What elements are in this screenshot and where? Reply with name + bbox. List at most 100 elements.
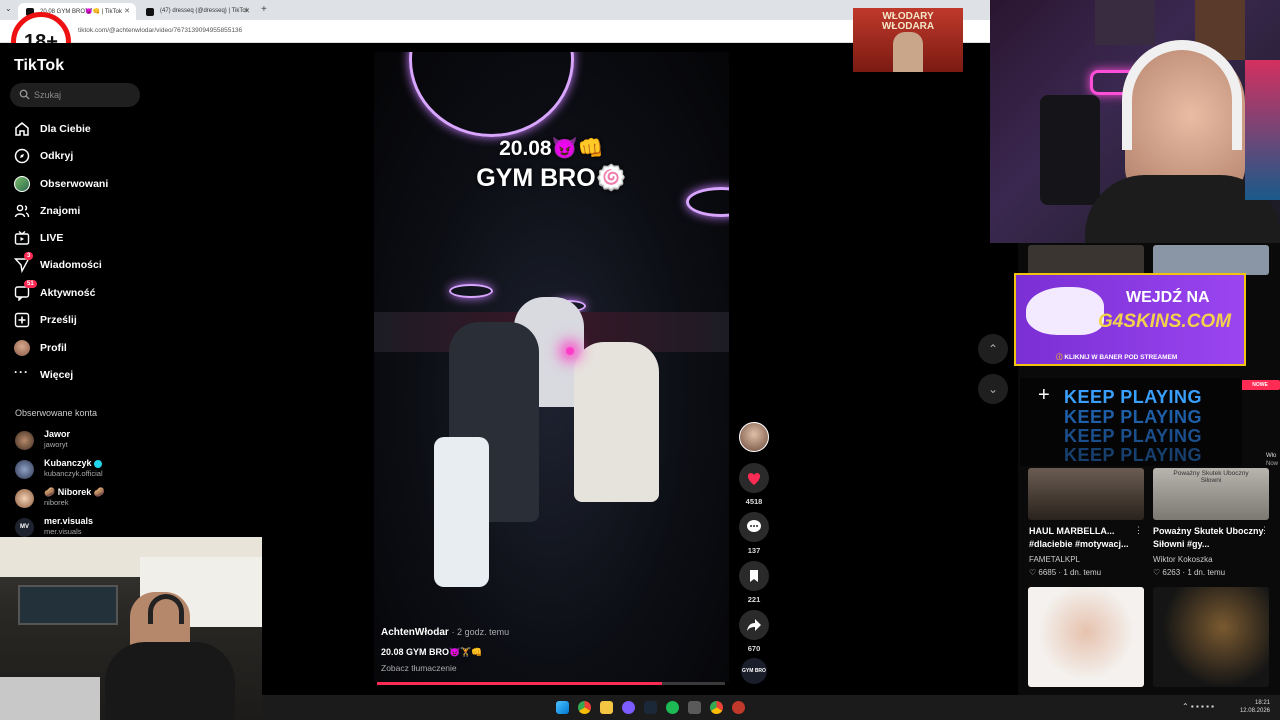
comment-icon: [747, 520, 761, 532]
notification-sub: Now: [1266, 461, 1279, 467]
wall-poster: [1095, 0, 1155, 45]
share-arrow-icon: [747, 619, 761, 631]
tray-icons[interactable]: ⌃ ▪ ▪ ▪ ▪ ▪: [1182, 702, 1214, 711]
followed-accounts-heading: Obserwowane konta: [15, 408, 98, 418]
friends-icon: [14, 204, 30, 218]
video-player[interactable]: 20.08😈👊 GYM BRO🍥: [374, 52, 729, 682]
video-progress-bar[interactable]: [377, 682, 725, 685]
app-icon[interactable]: [732, 701, 745, 714]
promo-note: ⓘ KLIKNIJ W BANER POD STREAMEM: [1056, 354, 1178, 361]
tab-list-chevron-icon[interactable]: ⌄: [5, 4, 12, 13]
like-button[interactable]: [739, 463, 769, 493]
nav-dla-ciebie[interactable]: Dla Ciebie: [14, 120, 146, 138]
pink-light: [566, 347, 574, 355]
nav-odkryj[interactable]: Odkryj: [14, 147, 146, 165]
verified-badge-icon: [94, 459, 103, 468]
recommended-thumb[interactable]: [1028, 468, 1144, 520]
recommended-thumb[interactable]: [1153, 245, 1269, 275]
banner-line2: WŁODARA: [881, 21, 935, 32]
nav-aktywnosc[interactable]: 51 Aktywność: [14, 280, 146, 302]
comment-count: 137: [747, 546, 761, 555]
nav-znajomi[interactable]: Znajomi: [14, 202, 146, 220]
taskbar-clock[interactable]: 18:21 12.08.2026: [1240, 699, 1270, 715]
share-button[interactable]: [739, 610, 769, 640]
keep-playing-text: KEEP PLAYING: [1064, 445, 1203, 465]
nav-wiadomosci[interactable]: 3 Wiadomości: [14, 252, 146, 274]
account-name: Kubanczyk: [44, 458, 103, 468]
tiktok-logo[interactable]: TikTok: [14, 57, 64, 75]
neon-ring-light: [449, 284, 493, 298]
browser-tab-bar: ⌄ 20.08 GYM BRO😈👊 | TikTok ✕ (47) dresse…: [0, 0, 990, 20]
nav-wiecej[interactable]: ··· Więcej: [14, 366, 146, 384]
g4skins-promo-banner[interactable]: WEJDŹ NA G4SKINS.COM ⓘ KLIKNIJ W BANER P…: [1014, 273, 1246, 366]
aquarium: [18, 585, 118, 625]
followed-account[interactable]: Jawor jaworyt: [15, 429, 145, 453]
search-placeholder: Szukaj: [34, 90, 62, 100]
steam-icon[interactable]: [644, 701, 657, 714]
promo-line2: G4SKINS.COM: [1098, 311, 1232, 332]
account-avatar: MV: [15, 518, 34, 537]
followed-account[interactable]: 🥔 Niborek 🥔 niborek: [15, 487, 145, 511]
sound-disc-button[interactable]: GYM BRO: [741, 658, 767, 684]
video-progress-fill: [377, 682, 663, 685]
nav-obserwowani[interactable]: Obserwowani: [14, 175, 146, 193]
video-author[interactable]: AchtenWłodar · 2 godz. temu: [381, 627, 509, 638]
recommended-thumb[interactable]: [1028, 245, 1144, 275]
streamer-banner-image: WŁODARY WŁODARA: [853, 8, 963, 72]
new-tab-plus-icon[interactable]: +: [261, 4, 267, 15]
address-bar[interactable]: tiktok.com/@achtenwlodar/video/767313909…: [0, 20, 990, 43]
keep-playing-text: KEEP PLAYING: [1064, 407, 1203, 427]
followed-account[interactable]: Kubanczyk kubanczyk.official: [15, 458, 145, 482]
translate-link[interactable]: Zobacz tłumaczenie: [381, 663, 457, 673]
compass-icon: [14, 148, 30, 164]
streamer-webcam-left: [0, 537, 262, 720]
keep-playing-text: KEEP PLAYING: [1064, 387, 1203, 407]
headphones: [148, 594, 184, 624]
app-icon[interactable]: [622, 701, 635, 714]
gaming-chair: [1040, 95, 1100, 205]
more-dots-icon: ···: [14, 365, 29, 379]
author-avatar-button[interactable]: [739, 422, 769, 452]
nav-profil[interactable]: Profil: [14, 339, 146, 357]
home-icon: [15, 122, 29, 136]
nav-przeslij[interactable]: Prześlij: [14, 311, 146, 329]
windows-start-icon[interactable]: [556, 701, 569, 714]
recommended-title[interactable]: HAUL MARBELLA... #dlaciebie #motywacj...: [1029, 525, 1145, 551]
recommended-author[interactable]: Wiktor Kokoszka: [1153, 555, 1213, 564]
chrome-icon[interactable]: [578, 701, 591, 714]
thumb-overlay-text: Poważny Skutek Uboczny Siłowni: [1173, 470, 1249, 484]
save-count: 221: [747, 595, 761, 604]
app-icon[interactable]: [688, 701, 701, 714]
upload-icon: [14, 312, 30, 328]
close-tab-icon[interactable]: ✕: [124, 7, 130, 15]
following-avatar-icon: [14, 176, 30, 192]
recommended-author[interactable]: FAMETALKPL: [1029, 555, 1080, 564]
recommended-thumb[interactable]: Poważny Skutek Uboczny Siłowni: [1153, 468, 1269, 520]
url-text[interactable]: tiktok.com/@achtenwlodar/video/767313909…: [78, 27, 242, 34]
next-video-button[interactable]: ⌄: [978, 374, 1008, 404]
search-icon: [19, 89, 30, 100]
save-button[interactable]: [739, 561, 769, 591]
previous-video-button[interactable]: ⌃: [978, 334, 1008, 364]
tiktok-favicon-icon: [146, 8, 154, 16]
chrome-icon[interactable]: [710, 701, 723, 714]
close-tab-icon[interactable]: ✕: [244, 7, 250, 15]
more-options-icon[interactable]: ⋮: [1260, 525, 1269, 536]
plus-cross-icon: +: [1038, 384, 1050, 406]
notification-name: Wło: [1266, 453, 1277, 459]
person-right: [574, 342, 659, 502]
keep-playing-overlay: + KEEP PLAYING KEEP PLAYING KEEP PLAYING…: [1020, 378, 1242, 466]
search-input[interactable]: Szukaj: [10, 83, 140, 107]
video-caption: 20.08 GYM BRO😈🏋👊: [381, 647, 483, 657]
spotify-icon[interactable]: [666, 701, 679, 714]
browser-tab[interactable]: (47) dresseq (@dresseq) | TikTok ✕: [138, 3, 256, 20]
nav-live[interactable]: LIVE: [14, 229, 146, 247]
file-explorer-icon[interactable]: [600, 701, 613, 714]
recommended-thumb[interactable]: [1028, 587, 1144, 687]
profile-avatar-icon: [14, 340, 30, 356]
comment-button[interactable]: [739, 512, 769, 542]
person-left-legs: [434, 437, 489, 587]
recommended-title[interactable]: Poważny Skutek Uboczny Siłowni #gy...: [1153, 525, 1269, 551]
more-options-icon[interactable]: ⋮: [1134, 525, 1143, 536]
recommended-thumb[interactable]: [1153, 587, 1269, 687]
